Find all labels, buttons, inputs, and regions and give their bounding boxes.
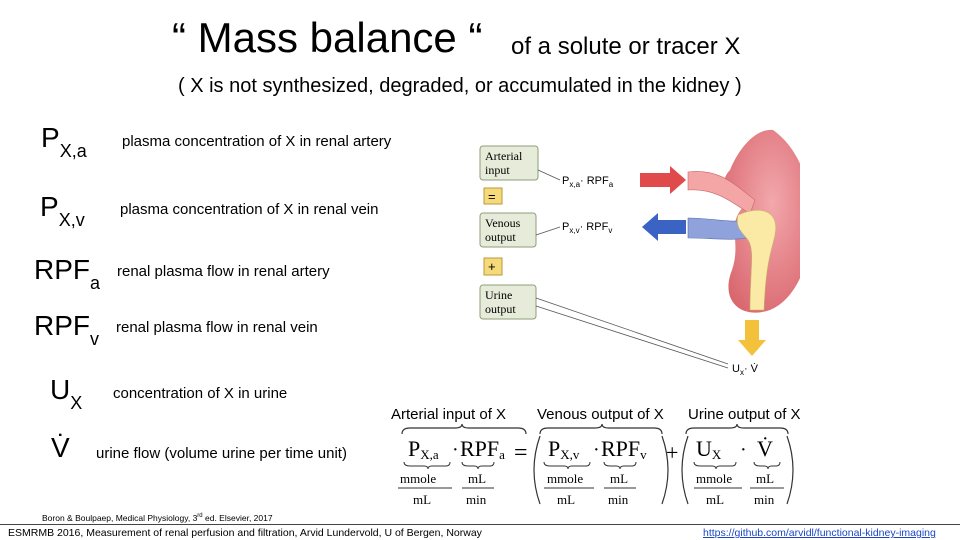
under-brace-v <box>753 461 781 470</box>
venous-flow-label: Px,v· RPFv <box>562 221 612 235</box>
venous-arrow <box>642 213 686 241</box>
urine-flow-label: Ux· V̇ <box>732 362 759 377</box>
urine-connector-1 <box>535 297 729 365</box>
eq-v-dot: V̇ <box>757 436 773 461</box>
arterial-input-label-1: Arterial <box>485 149 523 163</box>
unit-ml-6: mL <box>756 471 774 486</box>
arterial-arrow <box>640 166 686 194</box>
eq-equals: = <box>514 440 528 466</box>
kidney-mass-balance-diagram: Arterial input = Venous output + Urine o… <box>479 129 800 377</box>
definition-rpfa: renal plasma flow in renal artery <box>117 263 330 280</box>
footer-divider <box>0 524 960 525</box>
definition-pxa: plasma concentration of X in renal arter… <box>122 133 392 150</box>
urine-output-label-2: output <box>485 302 516 316</box>
equation-label-arterial: Arterial input of X <box>391 406 507 423</box>
unit-mmole-3: mmole <box>696 471 732 486</box>
plus-box-symbol: + <box>488 259 496 274</box>
unit-ml-4: mL <box>610 471 628 486</box>
urine-output-label-1: Urine <box>485 288 512 302</box>
under-brace-rpfv <box>603 461 637 470</box>
under-brace-pxv <box>543 461 591 470</box>
unit-min-3: min <box>754 492 775 507</box>
unit-ml-2: mL <box>468 471 486 486</box>
definition-ux: concentration of X in urine <box>113 385 288 402</box>
venous-open-paren <box>533 435 541 505</box>
unit-ml-3: mL <box>557 492 575 507</box>
urine-close-paren <box>786 435 794 505</box>
unit-mmole-2: mmole <box>547 471 583 486</box>
equation-label-urine: Urine output of X <box>688 406 801 423</box>
symbol-rpfv: RPFv <box>34 310 99 349</box>
unit-min-2: min <box>608 492 629 507</box>
symbol-pxa: PX,a <box>41 122 87 161</box>
eq-rpfv: RPFv <box>601 436 647 462</box>
symbol-v-dot: V̇ <box>51 432 70 463</box>
venous-connector <box>535 226 561 236</box>
unit-ml-5: mL <box>706 492 724 507</box>
equation-label-venous: Venous output of X <box>537 406 664 423</box>
symbol-pxv: PX,v <box>40 191 85 230</box>
definition-rpfv: renal plasma flow in renal vein <box>116 319 318 336</box>
eq-pxa: PX,a <box>408 436 439 462</box>
arterial-flow-label: Px,a· RPFa <box>562 175 614 189</box>
arterial-input-label-2: input <box>485 163 510 177</box>
definition-v-dot: urine flow (volume urine per time unit) <box>96 445 347 462</box>
under-brace-rpfa <box>461 461 495 470</box>
citation: Boron & Boulpaep, Medical Physiology, 3r… <box>42 513 273 523</box>
under-brace-pxa <box>403 461 451 470</box>
eq-dot-1: · <box>452 439 459 461</box>
urine-open-paren <box>681 435 689 505</box>
slide-subtitle: ( X is not synthesized, degraded, or acc… <box>178 75 742 97</box>
footer-link[interactable]: https://github.com/arvidl/functional-kid… <box>703 527 936 539</box>
unit-mmole-1: mmole <box>400 471 436 486</box>
urine-top-brace <box>685 424 789 435</box>
eq-plus: + <box>666 440 678 465</box>
slide-title-sub: of a solute or tracer X <box>511 33 741 60</box>
footer-text: ESMRMB 2016, Measurement of renal perfus… <box>8 527 482 539</box>
eq-dot-2: · <box>593 439 600 461</box>
urine-arrow <box>738 320 766 356</box>
under-brace-ux <box>693 461 737 470</box>
definition-pxv: plasma concentration of X in renal vein <box>120 201 379 218</box>
mass-balance-equation: PX,a · RPFa = PX,v · RPFv + UX · V̇ mmol… <box>398 424 794 507</box>
equals-box-symbol: = <box>488 189 496 204</box>
arterial-top-brace <box>401 424 527 435</box>
venous-output-label-2: output <box>485 230 516 244</box>
unit-min-1: min <box>466 492 487 507</box>
urine-connector-2 <box>535 305 729 369</box>
eq-pxv: PX,v <box>548 436 580 462</box>
venous-top-brace <box>539 424 663 435</box>
unit-ml-1: mL <box>413 492 431 507</box>
eq-dot-3: · <box>740 439 747 461</box>
symbol-ux: UX <box>50 374 83 413</box>
slide-title: “ Mass balance “ <box>172 14 483 61</box>
eq-ux: UX <box>696 436 722 462</box>
arterial-connector <box>537 169 561 181</box>
symbol-rpfa: RPFa <box>34 254 101 293</box>
eq-rpfa: RPFa <box>460 436 505 462</box>
venous-output-label-1: Venous <box>485 216 521 230</box>
